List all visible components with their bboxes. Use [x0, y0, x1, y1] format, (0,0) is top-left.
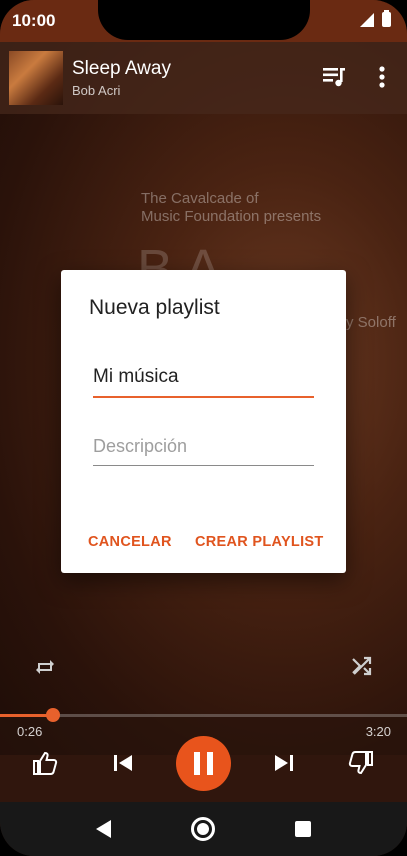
dialog-title: Nueva playlist	[89, 296, 220, 319]
back-icon[interactable]	[93, 818, 113, 840]
battery-icon	[382, 10, 391, 27]
camera-notch	[98, 0, 310, 40]
signal-icon	[360, 12, 374, 27]
status-icons	[360, 10, 391, 27]
navigation-bar	[0, 802, 407, 856]
new-playlist-dialog: Nueva playlist Mi música Descripción CAN…	[61, 270, 346, 573]
playlist-name-field[interactable]: Mi música	[93, 366, 314, 398]
status-time: 10:00	[12, 11, 56, 30]
playlist-name-value: Mi música	[93, 366, 179, 387]
playlist-description-field[interactable]: Descripción	[93, 436, 314, 466]
recent-apps-icon[interactable]	[295, 821, 311, 837]
status-bar: 10:00	[0, 0, 407, 42]
playlist-description-placeholder: Descripción	[93, 436, 188, 456]
cancel-button[interactable]: CANCELAR	[88, 534, 172, 550]
phone-screen: The Cavalcade of Music Foundation presen…	[0, 0, 407, 856]
home-icon[interactable]	[191, 817, 215, 841]
create-playlist-button[interactable]: CREAR PLAYLIST	[195, 534, 324, 550]
